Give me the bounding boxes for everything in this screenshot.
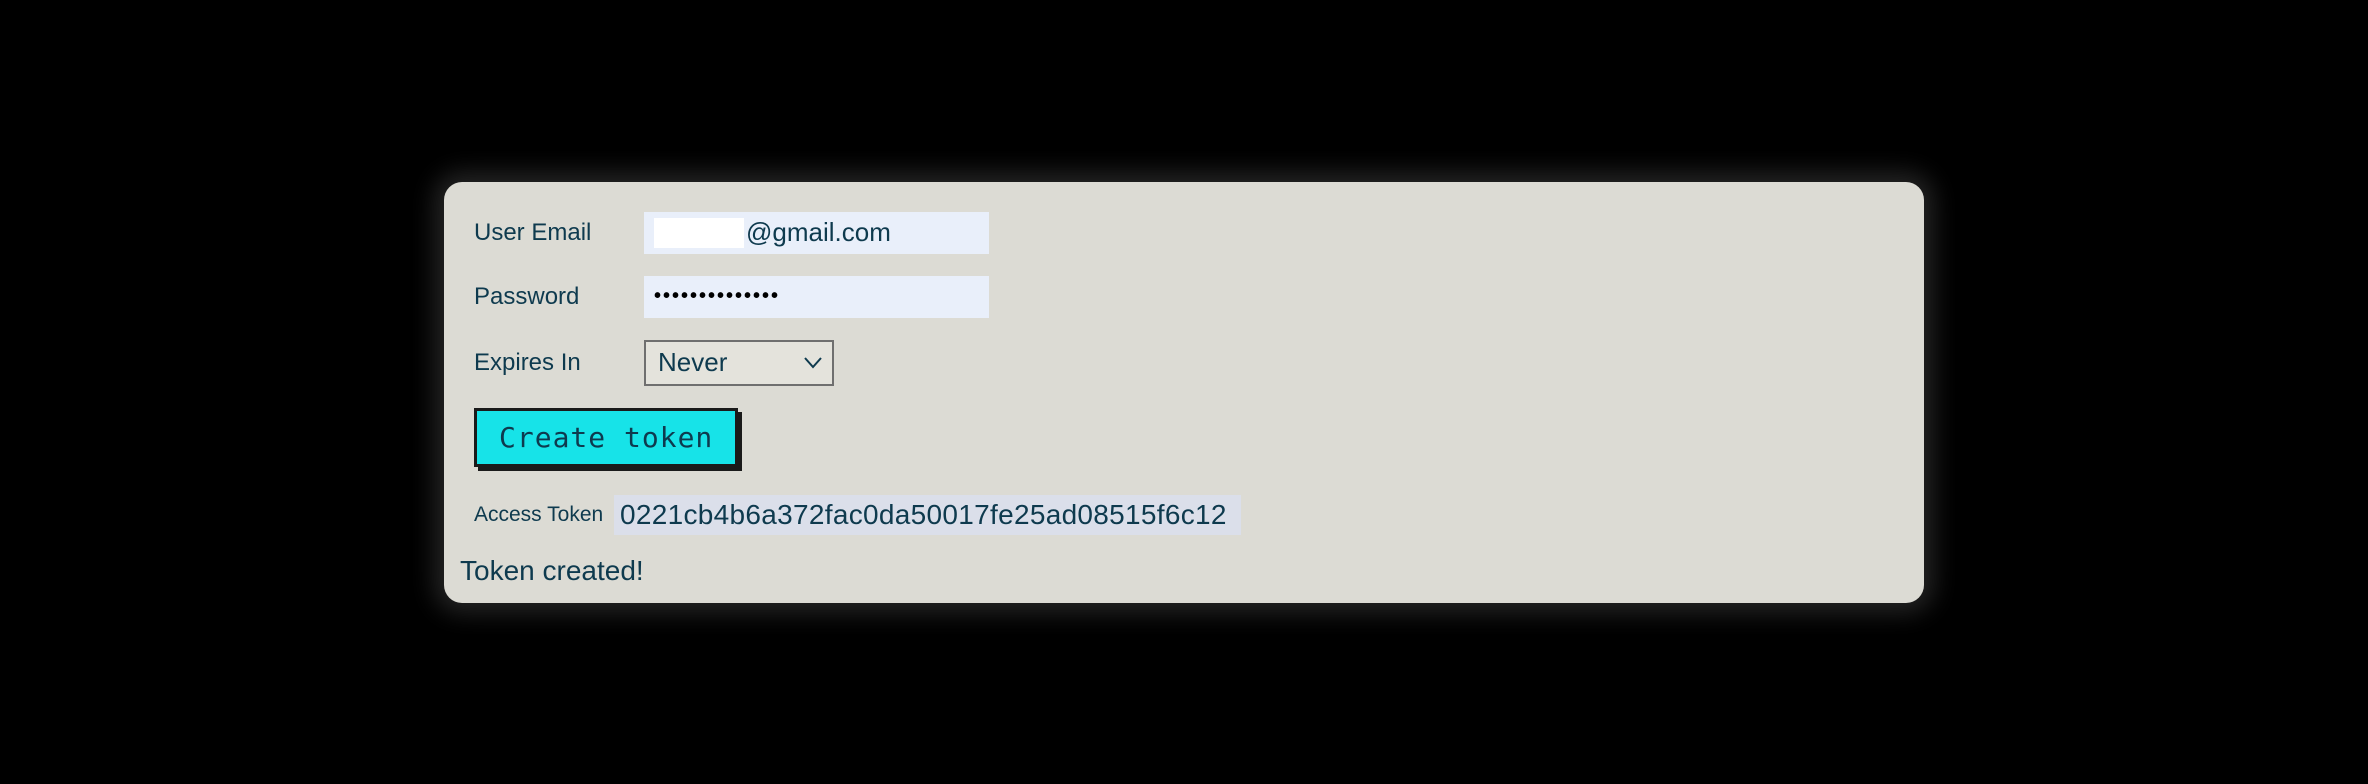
access-token-row: Access Token 0221cb4b6a372fac0da50017fe2… xyxy=(474,495,1894,535)
chevron-down-icon xyxy=(804,357,822,369)
password-row: Password •••••••••••••• xyxy=(474,276,1894,318)
password-masked-value: •••••••••••••• xyxy=(654,285,780,308)
token-form-panel: User Email @gmail.com Password •••••••••… xyxy=(444,182,1924,603)
access-token-label: Access Token xyxy=(474,503,614,527)
password-label: Password xyxy=(474,283,644,311)
email-domain-text: @gmail.com xyxy=(746,217,891,248)
expires-label: Expires In xyxy=(474,349,644,377)
button-row: Create token xyxy=(474,408,1894,467)
email-redacted-local xyxy=(654,218,744,248)
email-input[interactable]: @gmail.com xyxy=(644,212,989,254)
expires-row: Expires In Never xyxy=(474,340,1894,386)
access-token-value[interactable]: 0221cb4b6a372fac0da50017fe25ad08515f6c12 xyxy=(614,495,1241,535)
email-label: User Email xyxy=(474,219,644,247)
expires-selected-value: Never xyxy=(658,347,727,378)
email-row: User Email @gmail.com xyxy=(474,212,1894,254)
status-message: Token created! xyxy=(460,555,1894,587)
expires-select[interactable]: Never xyxy=(644,340,834,386)
password-input[interactable]: •••••••••••••• xyxy=(644,276,989,318)
create-token-button[interactable]: Create token xyxy=(474,408,738,467)
